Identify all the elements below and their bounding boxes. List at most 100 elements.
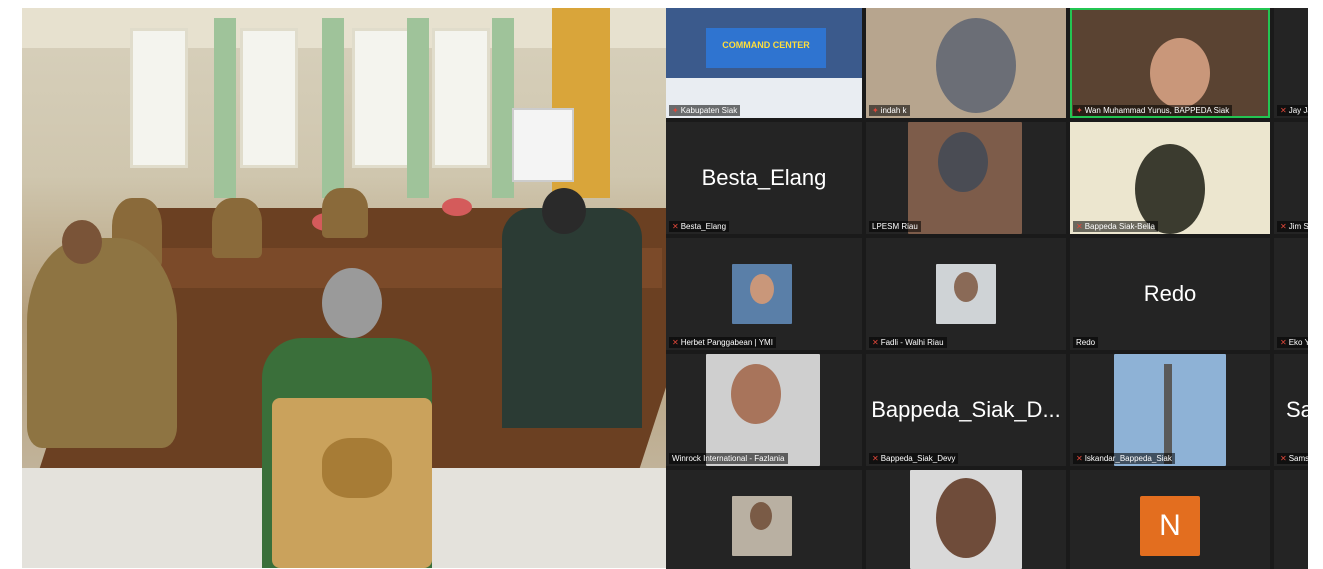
participant-tile[interactable]: LPESM Riau: [866, 122, 1066, 234]
video-call-grid: COMMAND CENTER ✦ Kabupaten Siak ✦ indah k …: [666, 8, 1308, 569]
person-head: [62, 220, 102, 264]
participant-face: [938, 132, 988, 192]
participant-label: ✕Jay Ja: [1277, 105, 1308, 116]
participant-tile[interactable]: COMMAND CENTER ✦ Kabupaten Siak: [666, 8, 862, 118]
mic-muted-icon: ✕: [1280, 222, 1287, 231]
mic-muted-icon: ✕: [1280, 338, 1287, 347]
participant-name: Herbet Panggabean | YMI: [680, 338, 773, 347]
participant-video: [1150, 38, 1210, 108]
participant-face: [750, 274, 774, 304]
participant-video: [936, 18, 1016, 113]
participant-tile[interactable]: ✕ Eko Y: [1274, 238, 1308, 350]
participant-pin-icon: ✦: [672, 106, 679, 115]
command-center-banner: COMMAND CENTER: [706, 28, 826, 68]
person-head: [542, 188, 586, 234]
person-in-batik: [502, 208, 642, 428]
curtain: [322, 18, 344, 198]
curtain: [492, 18, 514, 198]
participant-video: [936, 264, 996, 324]
participant-label: ✕ Bappeda Siak-Bella: [1073, 221, 1158, 232]
bridge-tower: [1164, 364, 1172, 464]
participant-face: [750, 502, 772, 530]
participant-tile[interactable]: Besta_Elang ✕ Besta_Elang: [666, 122, 862, 234]
participant-tile[interactable]: ✕ Bappeda Siak-Bella: [1070, 122, 1270, 234]
participant-tile[interactable]: Redo Redo: [1070, 238, 1270, 350]
chair-bow: [322, 438, 392, 498]
participant-tile[interactable]: [666, 470, 862, 569]
participant-tile[interactable]: ✕ Fadli - Walhi Riau: [866, 238, 1066, 350]
mic-muted-icon: ✕: [872, 454, 879, 463]
participant-label: ✕ Eko Y: [1277, 337, 1308, 348]
participant-video: [732, 264, 792, 324]
participant-name: indah k: [880, 106, 907, 115]
speaker-person: [27, 238, 177, 448]
participant-face: [936, 478, 996, 558]
participant-pin-icon: ✦: [1076, 106, 1083, 115]
participant-avatar: N: [1140, 496, 1200, 556]
whiteboard: [512, 108, 574, 182]
participant-tile[interactable]: ✕Jim St: [1274, 122, 1308, 234]
window: [130, 28, 188, 168]
participant-video: [706, 354, 820, 466]
participant-name: Winrock International - Fazlania: [672, 454, 785, 463]
participant-label: ✦ Kabupaten Siak: [669, 105, 741, 116]
participant-tile[interactable]: N: [1070, 470, 1270, 569]
participant-label: ✕Samsu: [1277, 453, 1308, 464]
mic-muted-icon: ✕: [1076, 454, 1083, 463]
mic-muted-icon: ✕: [872, 338, 879, 347]
mic-muted-icon: ✕: [1076, 222, 1083, 231]
participant-name: Iskandar_Bappeda_Siak: [1084, 454, 1172, 463]
participant-tile[interactable]: ✦ indah k: [866, 8, 1066, 118]
participant-tile-active-speaker[interactable]: ✦ Wan Muhammad Yunus, BAPPEDA Siak: [1070, 8, 1270, 118]
participant-label: ✕ Bappeda_Siak_Devy: [869, 453, 959, 464]
mic-muted-icon: ✕: [672, 222, 679, 231]
participant-tile[interactable]: ✕Jay Ja: [1274, 8, 1308, 118]
participant-name: Eko Y: [1288, 338, 1308, 347]
participant-tile[interactable]: [1274, 470, 1308, 569]
curtain: [214, 18, 236, 198]
participant-label: ✕ Besta_Elang: [669, 221, 730, 232]
window: [240, 28, 298, 168]
participant-name: Fadli - Walhi Riau: [880, 338, 944, 347]
participant-tile[interactable]: Bappeda_Siak_D... ✕ Bappeda_Siak_Devy: [866, 354, 1066, 466]
participant-video: [1114, 354, 1226, 466]
participant-name: LPESM Riau: [872, 222, 918, 231]
participant-video: [732, 496, 792, 556]
participant-label: Winrock International - Fazlania: [669, 453, 788, 464]
participant-pin-icon: ✦: [872, 106, 879, 115]
mic-muted-icon: ✕: [1280, 106, 1287, 115]
mic-muted-icon: ✕: [672, 338, 679, 347]
participant-name: Jim St: [1288, 222, 1308, 231]
participant-name: Wan Muhammad Yunus, BAPPEDA Siak: [1084, 106, 1230, 115]
participant-tile[interactable]: ✕ Iskandar_Bappeda_Siak: [1070, 354, 1270, 466]
participant-video: [910, 470, 1022, 569]
participant-name: Redo: [1076, 338, 1096, 347]
person-head: [322, 268, 382, 338]
participant-label: Redo: [1073, 337, 1099, 348]
mic-muted-icon: ✕: [1280, 454, 1287, 463]
participant-label: ✦ indah k: [869, 105, 910, 116]
window: [432, 28, 490, 168]
participant-name: Bappeda_Siak_Devy: [880, 454, 956, 463]
meeting-room-photo: [22, 8, 666, 568]
participant-tile[interactable]: Winrock International - Fazlania: [666, 354, 862, 466]
participant-name: Jay Ja: [1288, 106, 1308, 115]
participant-video: [908, 122, 1022, 234]
participant-name: Bappeda Siak-Bella: [1084, 222, 1155, 231]
participant-name: Besta_Elang: [680, 222, 727, 231]
participant-label: LPESM Riau: [869, 221, 921, 232]
participant-label: ✕Jim St: [1277, 221, 1308, 232]
window: [352, 28, 410, 168]
participant-name: Samsu: [1288, 454, 1308, 463]
seated-person: [212, 198, 262, 258]
curtain: [407, 18, 429, 198]
participant-tile[interactable]: [866, 470, 1066, 569]
participant-display-name: Sa: [1286, 397, 1308, 422]
banner-text: COMMAND CENTER: [722, 40, 810, 50]
participant-tile[interactable]: Sa ✕Samsu: [1274, 354, 1308, 466]
participant-display-name: Bappeda_Siak_D...: [871, 397, 1061, 422]
participant-tile[interactable]: ✕ Herbet Panggabean | YMI: [666, 238, 862, 350]
participant-display-name: Besta_Elang: [701, 165, 827, 190]
participant-label: ✕ Herbet Panggabean | YMI: [669, 337, 776, 348]
participant-display-name: Redo: [1143, 281, 1197, 306]
